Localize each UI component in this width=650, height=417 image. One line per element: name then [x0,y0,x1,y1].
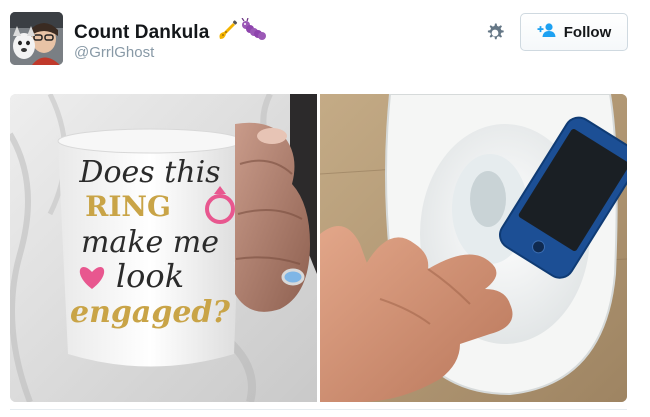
avatar[interactable] [10,12,63,65]
avatar-image [10,12,63,65]
mug-line-4: look [116,257,184,295]
toilet-phone-photo[interactable] [320,94,627,402]
mug-line-3: make me [81,225,219,260]
user-handle[interactable]: @GrrlGhost [74,44,154,61]
follow-button[interactable]: Follow [520,13,628,51]
display-name[interactable]: Count Dankula [74,22,209,44]
mug-line-1: Does this [78,155,220,190]
mug-line-5: engaged? [70,295,230,330]
caterpillar-emoji-icon [241,17,267,47]
follow-label: Follow [563,23,612,41]
tweet-separator [10,409,627,410]
add-user-icon [537,22,557,43]
mug-line-2: RING [85,190,171,223]
saxophone-emoji-icon [215,18,239,47]
tweet-media[interactable]: Does this RING make me look engaged? [10,94,627,402]
mug-photo[interactable]: Does this RING make me look engaged? [10,94,317,402]
display-name-row[interactable]: Count Dankula [74,17,267,47]
gear-icon[interactable] [483,21,507,45]
